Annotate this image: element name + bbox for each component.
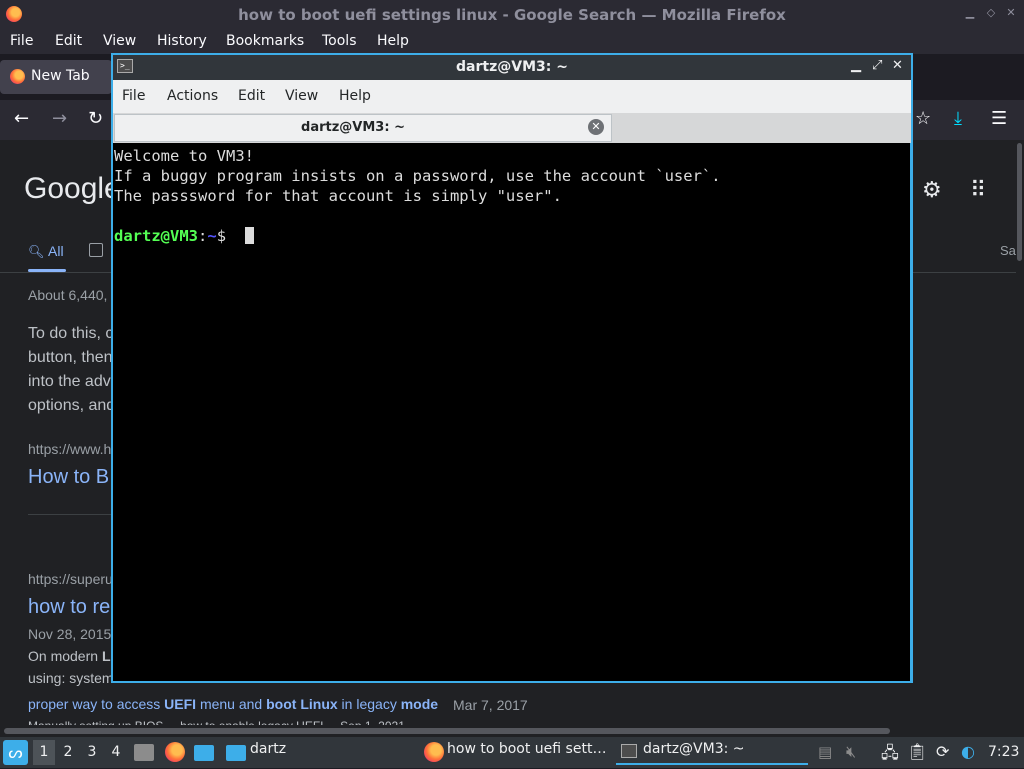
task-terminal-icon <box>621 744 637 758</box>
terminal-scrollbar-edge <box>910 143 911 681</box>
menu-history[interactable]: History <box>157 33 207 49</box>
terminal-menubar <box>113 80 911 113</box>
prompt-user-host: dartz@VM3 <box>114 227 198 245</box>
terminal-minimize-icon[interactable]: ▁ <box>851 58 861 73</box>
menu-help[interactable]: Help <box>377 33 409 49</box>
firefox-menubar <box>0 30 1024 54</box>
terminal-menu-view[interactable]: View <box>285 88 318 104</box>
maximize-icon[interactable]: ◇ <box>986 7 996 18</box>
terminal-close-icon[interactable]: ✕ <box>892 58 903 73</box>
workspace-4[interactable]: 4 <box>106 744 126 760</box>
workspace-3[interactable]: 3 <box>82 744 102 760</box>
firefox-tab-icon <box>10 69 25 84</box>
menu-edit[interactable]: Edit <box>55 33 82 49</box>
apps-grid-icon[interactable]: ⠿ <box>970 178 986 203</box>
reload-icon[interactable]: ↻ <box>88 108 103 129</box>
terminal-line: The passsword for that account is simply… <box>114 187 562 205</box>
workspace-1[interactable]: 1 <box>34 744 54 760</box>
related-bold: mode <box>400 696 439 712</box>
firefox-launcher-icon[interactable] <box>165 742 185 762</box>
related-bold: boot Linux <box>266 696 338 712</box>
result2-title-link[interactable]: how to re <box>28 596 110 619</box>
update-icon[interactable]: ⟳ <box>936 742 949 761</box>
menu-file[interactable]: File <box>10 33 33 49</box>
forward-icon[interactable]: → <box>52 108 67 129</box>
firefox-window-title: how to boot uefi settings linux - Google… <box>238 6 786 24</box>
snippet-line: button, then <box>28 349 113 366</box>
terminal-screen[interactable] <box>113 143 911 681</box>
search-icon: 🔍︎ <box>28 245 45 260</box>
prompt-symbol: $ <box>216 227 236 245</box>
file-manager-icon[interactable] <box>134 744 154 761</box>
result-divider <box>28 514 112 515</box>
terminal-menu-file[interactable]: File <box>122 88 145 104</box>
workspace-2[interactable]: 2 <box>58 744 78 760</box>
result1-url[interactable]: https://www.h <box>28 441 111 457</box>
terminal-cursor <box>245 227 254 244</box>
task-firefox[interactable]: how to boot uefi sett… <box>447 741 609 765</box>
vertical-scrollbar-thumb[interactable] <box>1017 143 1022 261</box>
task-firefox-icon <box>424 742 444 762</box>
show-desktop-icon[interactable] <box>194 745 214 761</box>
horizontal-scrollbar-thumb[interactable] <box>4 728 890 734</box>
terminal-line: If a buggy program insists on a password… <box>114 167 721 185</box>
terminal-tab-label: dartz@VM3: ~ <box>301 120 405 135</box>
settings-gear-icon[interactable]: ⚙ <box>922 178 942 203</box>
task-terminal[interactable]: dartz@VM3: ~ <box>643 741 745 765</box>
result-count: About 6,440, <box>28 287 108 303</box>
related-result-date: Mar 7, 2017 <box>453 697 528 713</box>
terminal-window-title: dartz@VM3: ~ <box>456 59 568 75</box>
related-bold: UEFI <box>164 696 197 712</box>
hamburger-menu-icon[interactable]: ☰ <box>991 108 1007 129</box>
clipboard-icon[interactable]: ▤ <box>818 743 832 761</box>
prompt-colon: : <box>198 227 208 245</box>
terminal-maximize-icon[interactable]: ⤢ <box>872 58 882 73</box>
terminal-prompt: dartz@VM3:~$ <box>114 227 235 245</box>
notes-icon[interactable]: 📋︎ <box>907 742 927 761</box>
prompt-path: ~ <box>207 227 217 245</box>
close-icon[interactable]: ✕ <box>1006 7 1016 18</box>
start-menu-icon[interactable]: ᔕ <box>3 740 28 765</box>
volume-muted-icon[interactable]: 🔇︎ <box>846 742 856 762</box>
related-text: in legacy <box>337 696 401 712</box>
terminal-menu-edit[interactable]: Edit <box>238 88 265 104</box>
snippet-line: options, and <box>28 397 116 414</box>
snippet-bold: L <box>101 648 111 664</box>
menu-bookmarks[interactable]: Bookmarks <box>226 33 304 49</box>
task-folder-dartz[interactable]: dartz <box>250 741 286 765</box>
back-icon[interactable]: ← <box>14 108 29 129</box>
terminal-line: Welcome to VM3! <box>114 147 254 165</box>
related-text: proper way to access <box>28 696 165 712</box>
tab-all[interactable]: All <box>48 243 64 259</box>
featured-snippet: To do this, c button, then into the adv … <box>28 322 115 418</box>
bookmark-star-icon[interactable]: ☆ <box>915 108 931 129</box>
snippet-line: To do this, c <box>28 325 114 342</box>
google-logo[interactable]: Google <box>24 172 121 206</box>
menu-tools[interactable]: Tools <box>322 33 357 49</box>
result2-url[interactable]: https://superu <box>28 571 113 587</box>
result2-snippet-line2: using: system <box>28 670 114 686</box>
terminal-menu-actions[interactable]: Actions <box>167 88 218 104</box>
images-tab-icon[interactable] <box>89 243 103 257</box>
terminal-menu-help[interactable]: Help <box>339 88 371 104</box>
task-active-indicator <box>616 763 808 765</box>
clock[interactable]: 7:23 <box>988 744 1019 760</box>
related-text: menu and <box>196 696 267 712</box>
result1-title-link[interactable]: How to B <box>28 466 109 489</box>
tab-label: New Tab <box>31 68 90 84</box>
terminal-tab-close-icon[interactable]: ✕ <box>588 119 604 135</box>
minimize-icon[interactable]: ▁ <box>965 7 975 18</box>
result2-date: Nov 28, 2015 <box>28 626 112 642</box>
folder-icon <box>226 745 246 761</box>
tab-right-partial[interactable]: Sa <box>1000 243 1016 258</box>
system-tray-icon[interactable]: ◐ <box>961 742 975 761</box>
download-icon[interactable]: ⤓ <box>954 108 962 129</box>
related-result-link[interactable]: proper way to access UEFI menu and boot … <box>28 696 438 712</box>
network-icon[interactable]: 🖧 <box>881 742 899 769</box>
result2-snippet-line: On modern L <box>28 648 111 664</box>
snippet-line: into the adv <box>28 373 111 390</box>
snippet-text: On modern <box>28 648 102 664</box>
menu-view[interactable]: View <box>103 33 136 49</box>
